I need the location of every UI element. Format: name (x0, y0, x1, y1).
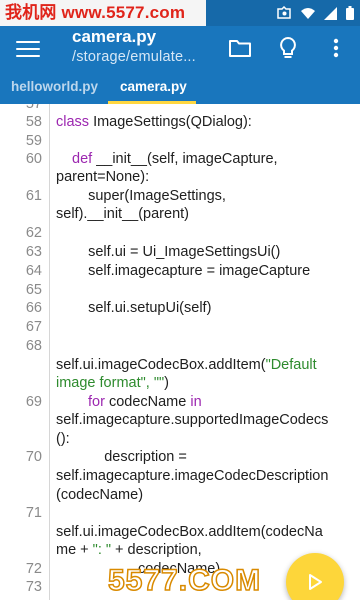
code-line: self.ui.imageCodecBox.addItem("Default (56, 357, 317, 373)
line-number: 59 (25, 133, 42, 149)
code-line: self.imagecapture.supportedImageCodecs (56, 412, 329, 428)
battery-icon (346, 6, 354, 25)
file-path: /storage/emulate... (72, 49, 196, 65)
code-line: me + ": " + description, (56, 542, 202, 558)
code-line: self.ui = Ui_ImageSettingsUi() (72, 244, 281, 260)
tab-camera[interactable]: camera.py (120, 70, 187, 104)
folder-button[interactable] (226, 34, 254, 62)
status-bar: 我机网 www.5577.com (0, 0, 360, 26)
app-bar: camera.py /storage/emulate... (0, 26, 360, 70)
code-line: self).__init__(parent) (56, 206, 189, 222)
notification-icon (277, 5, 292, 25)
line-number: 63 (25, 244, 42, 260)
line-number: 60 (25, 151, 42, 167)
code-line: (): (56, 431, 70, 447)
code-line: for codecName in (88, 394, 202, 410)
line-number: 57 (25, 104, 42, 112)
status-icons (277, 5, 354, 25)
line-number: 58 (25, 114, 42, 130)
line-number: 66 (25, 300, 42, 316)
line-number: 69 (25, 394, 42, 410)
code-line: class ImageSettings(QDialog): (56, 114, 252, 130)
line-number: 68 (25, 338, 42, 354)
file-title: camera.py (72, 27, 157, 46)
line-number: 65 (25, 282, 42, 298)
code-line: self.ui.setupUi(self) (72, 300, 212, 316)
code-line: parent=None): (56, 169, 150, 185)
hint-button[interactable] (274, 34, 302, 62)
more-vert-icon (333, 38, 339, 58)
line-number: 70 (25, 449, 42, 465)
line-number: 62 (25, 225, 42, 241)
tab-helloworld[interactable]: helloworld.py (11, 70, 98, 104)
menu-icon (16, 40, 40, 43)
line-number: 73 (25, 579, 42, 595)
lightbulb-icon (280, 36, 296, 58)
code-line: description = (72, 449, 187, 465)
folder-icon (229, 40, 251, 57)
wifi-icon (301, 7, 315, 25)
code-line: self.ui.imageCodecBox.addItem(codecNa (56, 524, 323, 540)
file-tabs: helloworld.py camera.py (0, 70, 360, 104)
code-line: image format", "") (56, 375, 169, 391)
play-icon (309, 574, 322, 590)
line-number: 72 (25, 561, 42, 577)
signal-icon (324, 6, 337, 25)
overflow-menu-button[interactable] (322, 34, 350, 62)
line-number: 67 (25, 319, 42, 335)
line-number: 61 (25, 188, 42, 204)
watermark-bottom: 5577.COM (107, 564, 262, 598)
code-line: super(ImageSettings, (72, 188, 226, 204)
line-number: 71 (25, 505, 42, 521)
watermark-top: 我机网 www.5577.com (0, 0, 206, 26)
menu-button[interactable] (16, 37, 40, 59)
code-editor[interactable]: 57 58 59 60 61 62 63 64 65 66 67 68 69 7… (0, 104, 360, 600)
code-line: self.imagecapture = imageCapture (72, 263, 311, 279)
gutter-divider (49, 104, 50, 600)
code-line: def __init__(self, imageCapture, (72, 151, 278, 167)
line-number: 64 (25, 263, 42, 279)
code-line: (codecName) (56, 487, 144, 503)
code-line: self.imagecapture.imageCodecDescription (56, 468, 329, 484)
